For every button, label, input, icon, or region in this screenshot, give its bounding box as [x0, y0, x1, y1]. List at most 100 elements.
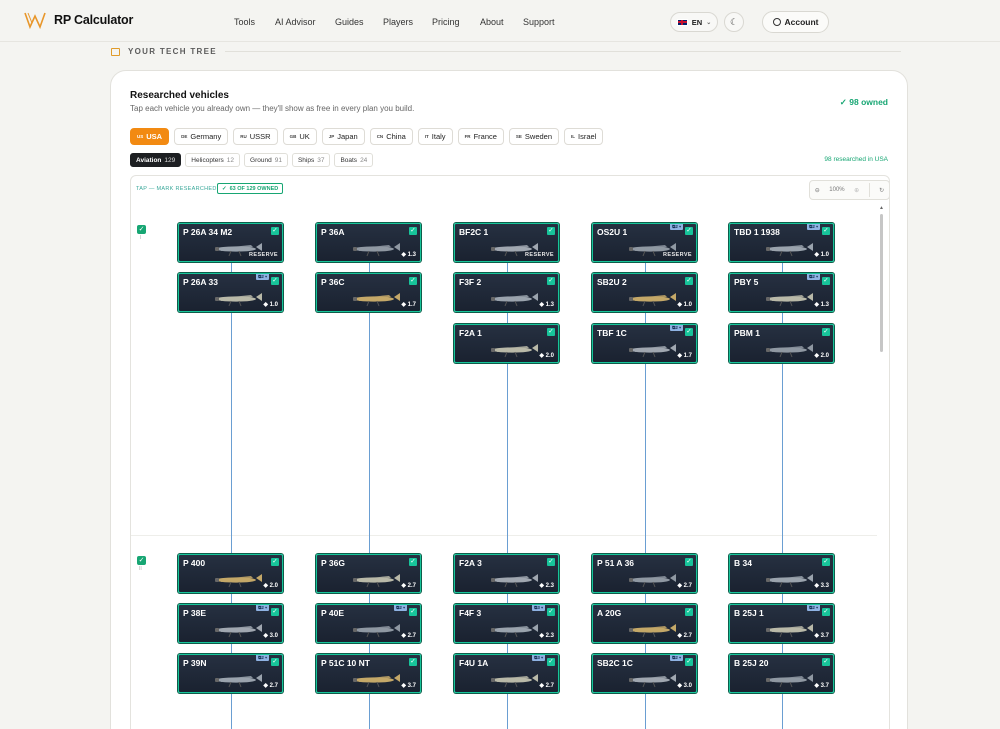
nav-tools[interactable]: Tools	[234, 17, 255, 27]
country-tab-italy[interactable]: IT Italy	[417, 128, 453, 145]
owned-checkbox[interactable]: ✓	[409, 558, 417, 566]
owned-checkbox[interactable]: ✓	[822, 658, 830, 666]
vehicle-card[interactable]: P 51 A 36 ✓ ◆ 2.7	[592, 554, 697, 593]
owned-checkbox[interactable]: ✓	[271, 658, 279, 666]
owned-checkbox[interactable]: ✓	[409, 227, 417, 235]
vehicle-card[interactable]: PBM 1 ✓ ◆ 2.0	[729, 324, 834, 363]
owned-checkbox[interactable]: ✓	[271, 227, 279, 235]
owned-checkbox[interactable]: ✓	[822, 558, 830, 566]
owned-checkbox[interactable]: ✓	[685, 558, 693, 566]
group-expand-badge[interactable]: ⧉2 ▾	[670, 325, 683, 331]
group-expand-badge[interactable]: ⧉2 ▾	[394, 605, 407, 611]
owned-checkbox[interactable]: ✓	[547, 227, 555, 235]
vehicle-card[interactable]: A 20G ✓ ◆ 2.7	[592, 604, 697, 643]
owned-checkbox[interactable]: ✓	[685, 277, 693, 285]
type-tab-aviation[interactable]: Aviation 129	[130, 153, 182, 167]
country-tab-germany[interactable]: DE Germany	[174, 128, 229, 145]
vehicle-card[interactable]: P 26A 33 ✓ ⧉2 ▾ ◆ 1.0	[178, 273, 283, 312]
vehicle-card[interactable]: F2A 3 ✓ ◆ 2.3	[454, 554, 559, 593]
owned-checkbox[interactable]: ✓	[547, 558, 555, 566]
theme-toggle-button[interactable]: ☾	[724, 12, 744, 32]
group-expand-badge[interactable]: ⧉2 ▾	[807, 274, 820, 280]
vehicle-card[interactable]: F4U 1A ✓ ⧉3 ▾ ◆ 2.7	[454, 654, 559, 693]
type-tab-boats[interactable]: Boats 24	[334, 153, 374, 167]
vehicle-card[interactable]: P 36A ✓ ◆ 1.3	[316, 223, 421, 262]
country-tab-israel[interactable]: IL Israel	[564, 128, 604, 145]
vehicle-card[interactable]: P 51C 10 NT ✓ ◆ 3.7	[316, 654, 421, 693]
nav-players[interactable]: Players	[383, 17, 413, 27]
type-tab-ships[interactable]: Ships 37	[291, 153, 331, 167]
group-expand-badge[interactable]: ⧉3 ▾	[532, 655, 545, 661]
reset-icon[interactable]: ↻	[879, 187, 884, 194]
type-tab-ground[interactable]: Ground 91	[244, 153, 288, 167]
owned-checkbox[interactable]: ✓	[271, 558, 279, 566]
vehicle-card[interactable]: P 38E ✓ ⧉2 ▾ ◆ 3.0	[178, 604, 283, 643]
vehicle-card[interactable]: P 40E ✓ ⧉2 ▾ ◆ 2.7	[316, 604, 421, 643]
nav-ai-advisor[interactable]: AI Advisor	[275, 17, 316, 27]
owned-checkbox[interactable]: ✓	[822, 328, 830, 336]
group-expand-badge[interactable]: ⧉2 ▾	[256, 605, 269, 611]
vehicle-card[interactable]: OS2U 1 ✓ ⧉2 ▾ RESERVE	[592, 223, 697, 262]
country-tab-china[interactable]: CN China	[369, 128, 413, 145]
group-expand-badge[interactable]: ⧉2 ▾	[670, 224, 683, 230]
owned-checkbox[interactable]: ✓	[409, 658, 417, 666]
vehicle-card[interactable]: PBY 5 ✓ ⧉2 ▾ ◆ 1.3	[729, 273, 834, 312]
country-tab-france[interactable]: FR France	[457, 128, 504, 145]
scrollbar-thumb[interactable]	[880, 214, 883, 352]
zoom-in-icon[interactable]: ⊕	[854, 187, 859, 194]
vehicle-card[interactable]: SB2U 2 ✓ ◆ 1.0	[592, 273, 697, 312]
nav-guides[interactable]: Guides	[335, 17, 364, 27]
owned-checkbox[interactable]: ✓	[685, 227, 693, 235]
owned-checkbox[interactable]: ✓	[547, 277, 555, 285]
nav-pricing[interactable]: Pricing	[432, 17, 460, 27]
country-tab-japan[interactable]: JP Japan	[321, 128, 365, 145]
owned-checkbox[interactable]: ✓	[547, 608, 555, 616]
nav-about[interactable]: About	[480, 17, 504, 27]
type-tab-helicopters[interactable]: Helicopters 12	[185, 153, 241, 167]
country-tab-uk[interactable]: GB UK	[282, 128, 317, 145]
owned-checkbox[interactable]: ✓	[547, 658, 555, 666]
vehicle-card[interactable]: F2A 1 ✓ ◆ 2.0	[454, 324, 559, 363]
vehicle-card[interactable]: TBD 1 1938 ✓ ⧉2 ▾ ◆ 1.0	[729, 223, 834, 262]
tech-tree-panel[interactable]: TAP — MARK RESEARCHED ✓ 63 OF 129 OWNED …	[130, 175, 890, 729]
owned-checkbox[interactable]: ✓	[271, 608, 279, 616]
vehicle-card[interactable]: P 36C ✓ ◆ 1.7	[316, 273, 421, 312]
language-selector[interactable]: EN ⌄	[670, 12, 718, 32]
vehicle-card[interactable]: P 26A 34 M2 ✓ RESERVE	[178, 223, 283, 262]
vehicle-card[interactable]: F4F 3 ✓ ⧉3 ▾ ◆ 2.3	[454, 604, 559, 643]
owned-checkbox[interactable]: ✓	[547, 328, 555, 336]
account-button[interactable]: Account	[762, 11, 829, 33]
vehicle-card[interactable]: BF2C 1 ✓ RESERVE	[454, 223, 559, 262]
group-expand-badge[interactable]: ⧉2 ▾	[256, 274, 269, 280]
group-expand-badge[interactable]: ⧉2 ▾	[807, 605, 820, 611]
rank-1-checkbox[interactable]: ✓	[137, 225, 146, 234]
vehicle-card[interactable]: P 39N ✓ ⧉2 ▾ ◆ 2.7	[178, 654, 283, 693]
country-tab-sweden[interactable]: SE Sweden	[508, 128, 560, 145]
scroll-up-arrow[interactable]: ▲	[879, 205, 884, 211]
owned-checkbox[interactable]: ✓	[822, 227, 830, 235]
group-expand-badge[interactable]: ⧉2 ▾	[807, 224, 820, 230]
owned-checkbox[interactable]: ✓	[685, 608, 693, 616]
rank-2-checkbox[interactable]: ✓	[137, 556, 146, 565]
vehicle-card[interactable]: B 25J 20 ✓ ◆ 3.7	[729, 654, 834, 693]
zoom-out-icon[interactable]: ⊖	[815, 187, 820, 194]
owned-checkbox[interactable]: ✓	[271, 277, 279, 285]
owned-checkbox[interactable]: ✓	[685, 658, 693, 666]
vehicle-card[interactable]: B 25J 1 ✓ ⧉2 ▾ ◆ 3.7	[729, 604, 834, 643]
owned-checkbox[interactable]: ✓	[822, 608, 830, 616]
vehicle-card[interactable]: F3F 2 ✓ ◆ 1.3	[454, 273, 559, 312]
nav-support[interactable]: Support	[523, 17, 555, 27]
owned-checkbox[interactable]: ✓	[685, 328, 693, 336]
vehicle-card[interactable]: P 36G ✓ ◆ 2.7	[316, 554, 421, 593]
logo[interactable]: RP Calculator	[24, 11, 133, 29]
owned-checkbox[interactable]: ✓	[822, 277, 830, 285]
vehicle-card[interactable]: B 34 ✓ ◆ 3.3	[729, 554, 834, 593]
owned-checkbox[interactable]: ✓	[409, 277, 417, 285]
group-expand-badge[interactable]: ⧉3 ▾	[532, 605, 545, 611]
vehicle-card[interactable]: TBF 1C ✓ ⧉2 ▾ ◆ 1.7	[592, 324, 697, 363]
country-tab-ussr[interactable]: RU USSR	[233, 128, 278, 145]
vehicle-card[interactable]: SB2C 1C ✓ ⧉2 ▾ ◆ 3.0	[592, 654, 697, 693]
country-tab-usa[interactable]: US USA	[130, 128, 170, 145]
group-expand-badge[interactable]: ⧉2 ▾	[256, 655, 269, 661]
vehicle-card[interactable]: P 400 ✓ ◆ 2.0	[178, 554, 283, 593]
